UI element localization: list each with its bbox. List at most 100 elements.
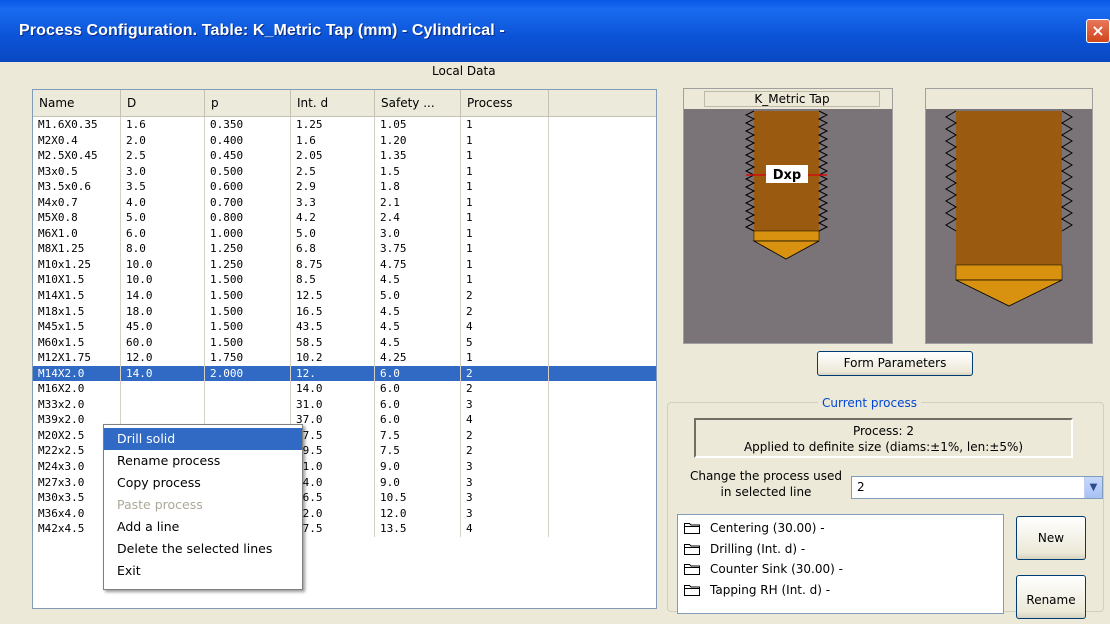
column-header[interactable]: D: [121, 90, 205, 116]
process-select-value: 2: [857, 480, 865, 494]
table-cell: 3.0: [121, 163, 205, 180]
table-cell: 6.8: [291, 241, 375, 257]
table-cell: [549, 210, 656, 226]
table-cell: 17.5: [291, 427, 375, 444]
table-cell: 4.5: [375, 319, 461, 335]
table-cell: 0.500: [205, 163, 291, 180]
table-cell: [549, 397, 656, 413]
context-menu-item[interactable]: Rename process: [104, 450, 302, 472]
table-cell: 1: [461, 117, 549, 133]
table-row[interactable]: M12X1.75 12.0 1.750 10.2 4.25 1: [33, 350, 656, 366]
table-row[interactable]: M33x2.0 31.0 6.0 3: [33, 396, 656, 413]
current-process-label: Current process: [818, 396, 921, 410]
table-cell: M3x0.5: [33, 163, 121, 180]
table-cell: 3: [461, 474, 549, 491]
context-menu-item[interactable]: Drill solid: [104, 428, 302, 450]
table-cell: M6X1.0: [33, 225, 121, 242]
column-header[interactable]: Safety ...: [375, 90, 461, 116]
rename-button[interactable]: Rename: [1016, 575, 1086, 619]
new-button[interactable]: New: [1016, 516, 1086, 560]
table-cell: 1.250: [205, 241, 291, 257]
table-cell: M8X1.25: [33, 241, 121, 257]
operation-item[interactable]: Drilling (Int. d) -: [684, 539, 805, 559]
table-cell: 1.6: [121, 117, 205, 133]
table-cell: 2.0: [121, 132, 205, 149]
table-cell: 4: [461, 319, 549, 335]
context-menu-item[interactable]: Delete the selected lines: [104, 538, 302, 560]
table-cell: M10x1.25: [33, 256, 121, 273]
table-cell: [549, 381, 656, 397]
window-title: Process Configuration. Table: K_Metric T…: [19, 22, 505, 39]
operation-item[interactable]: Counter Sink (30.00) -: [684, 559, 843, 579]
table-cell: 14.0: [291, 381, 375, 397]
table-row[interactable]: M5X0.8 5.0 0.800 4.2 2.4 1: [33, 210, 656, 226]
table-row[interactable]: M10X1.5 10.0 1.500 8.5 4.5 1: [33, 272, 656, 289]
table-row[interactable]: M3.5x0.6 3.5 0.600 2.9 1.8 1: [33, 179, 656, 195]
chevron-down-icon[interactable]: ▼: [1084, 477, 1102, 498]
operation-item[interactable]: Centering (30.00) -: [684, 518, 825, 538]
table-cell: [549, 319, 656, 335]
table-cell: 1: [461, 256, 549, 273]
table-cell: 3: [461, 459, 549, 475]
table-row[interactable]: M10x1.25 10.0 1.250 8.75 4.75 1: [33, 256, 656, 273]
column-header[interactable]: Name: [33, 90, 121, 116]
context-menu: Drill solid Rename process Copy process Pas…: [103, 424, 303, 590]
table-cell: 1.25: [291, 117, 375, 133]
table-row[interactable]: M60x1.5 60.0 1.500 58.5 4.5 5: [33, 334, 656, 351]
table-row[interactable]: M2X0.4 2.0 0.400 1.6 1.20 1: [33, 132, 656, 149]
table-row[interactable]: M14X2.0 14.0 2.000 12. 6.0 2: [33, 365, 656, 382]
table-row[interactable]: M8X1.25 8.0 1.250 6.8 3.75 1: [33, 241, 656, 257]
context-menu-item[interactable]: Add a line: [104, 516, 302, 538]
table-cell: [549, 148, 656, 164]
column-header[interactable]: p: [205, 90, 291, 116]
table-row[interactable]: M3x0.5 3.0 0.500 2.5 1.5 1: [33, 163, 656, 180]
table-row[interactable]: M4x0.7 4.0 0.700 3.3 2.1 1: [33, 194, 656, 211]
table-cell: [549, 117, 656, 133]
table-cell: 2: [461, 381, 549, 397]
table-cell: 2.000: [205, 365, 291, 382]
table-cell: 4.5: [375, 303, 461, 320]
table-cell: 2.05: [291, 148, 375, 164]
table-cell: [549, 179, 656, 195]
table-cell: 9.0: [375, 459, 461, 475]
operations-list[interactable]: Centering (30.00) - Drilling (Int. d) - Co…: [677, 514, 1004, 614]
table-row[interactable]: M18x1.5 18.0 1.500 16.5 4.5 2: [33, 303, 656, 320]
table-cell: 1.250: [205, 256, 291, 273]
table-cell: [549, 195, 656, 211]
table-row[interactable]: M1.6X0.35 1.6 0.350 1.25 1.05 1: [33, 117, 656, 133]
table-cell: 26.5: [291, 490, 375, 506]
table-cell: 1.35: [375, 148, 461, 164]
table-cell: 3.0: [375, 225, 461, 242]
table-cell: 1.000: [205, 225, 291, 242]
process-description: Applied to definite size (diams:±1%, len…: [743, 440, 1024, 454]
column-header[interactable]: Int. d: [291, 90, 375, 116]
table-cell: 2: [461, 303, 549, 320]
table-cell: 1.5: [375, 163, 461, 180]
form-parameters-button[interactable]: Form Parameters: [817, 351, 973, 376]
tap-detail-drawing: [945, 110, 1073, 307]
column-header[interactable]: [549, 90, 656, 116]
table-cell: 1.500: [205, 272, 291, 289]
table-row[interactable]: M14X1.5 14.0 1.500 12.5 5.0 2: [33, 288, 656, 304]
table-cell: M4x0.7: [33, 194, 121, 211]
context-menu-item[interactable]: Copy process: [104, 472, 302, 494]
table-row[interactable]: M6X1.0 6.0 1.000 5.0 3.0 1: [33, 225, 656, 242]
folder-icon: [684, 522, 700, 534]
process-select[interactable]: 2 ▼: [851, 476, 1103, 499]
context-menu-item[interactable]: Exit: [104, 560, 302, 582]
column-header[interactable]: Process: [461, 90, 549, 116]
table-row[interactable]: M16X2.0 14.0 6.0 2: [33, 381, 656, 397]
table-cell: 14.0: [121, 288, 205, 304]
close-button[interactable]: ×: [1086, 19, 1110, 43]
table-cell: 1.6: [291, 132, 375, 149]
table-cell: 2: [461, 288, 549, 304]
table-row[interactable]: M2.5X0.45 2.5 0.450 2.05 1.35 1: [33, 148, 656, 164]
table-cell: 2.5: [121, 148, 205, 164]
table-cell: M1.6X0.35: [33, 117, 121, 133]
dimension-label: Dxp: [773, 168, 801, 183]
table-cell: 5.0: [291, 225, 375, 242]
table-cell: 0.600: [205, 179, 291, 195]
table-cell: 8.75: [291, 256, 375, 273]
table-row[interactable]: M45x1.5 45.0 1.500 43.5 4.5 4: [33, 319, 656, 335]
operation-item[interactable]: Tapping RH (Int. d) -: [684, 580, 830, 600]
